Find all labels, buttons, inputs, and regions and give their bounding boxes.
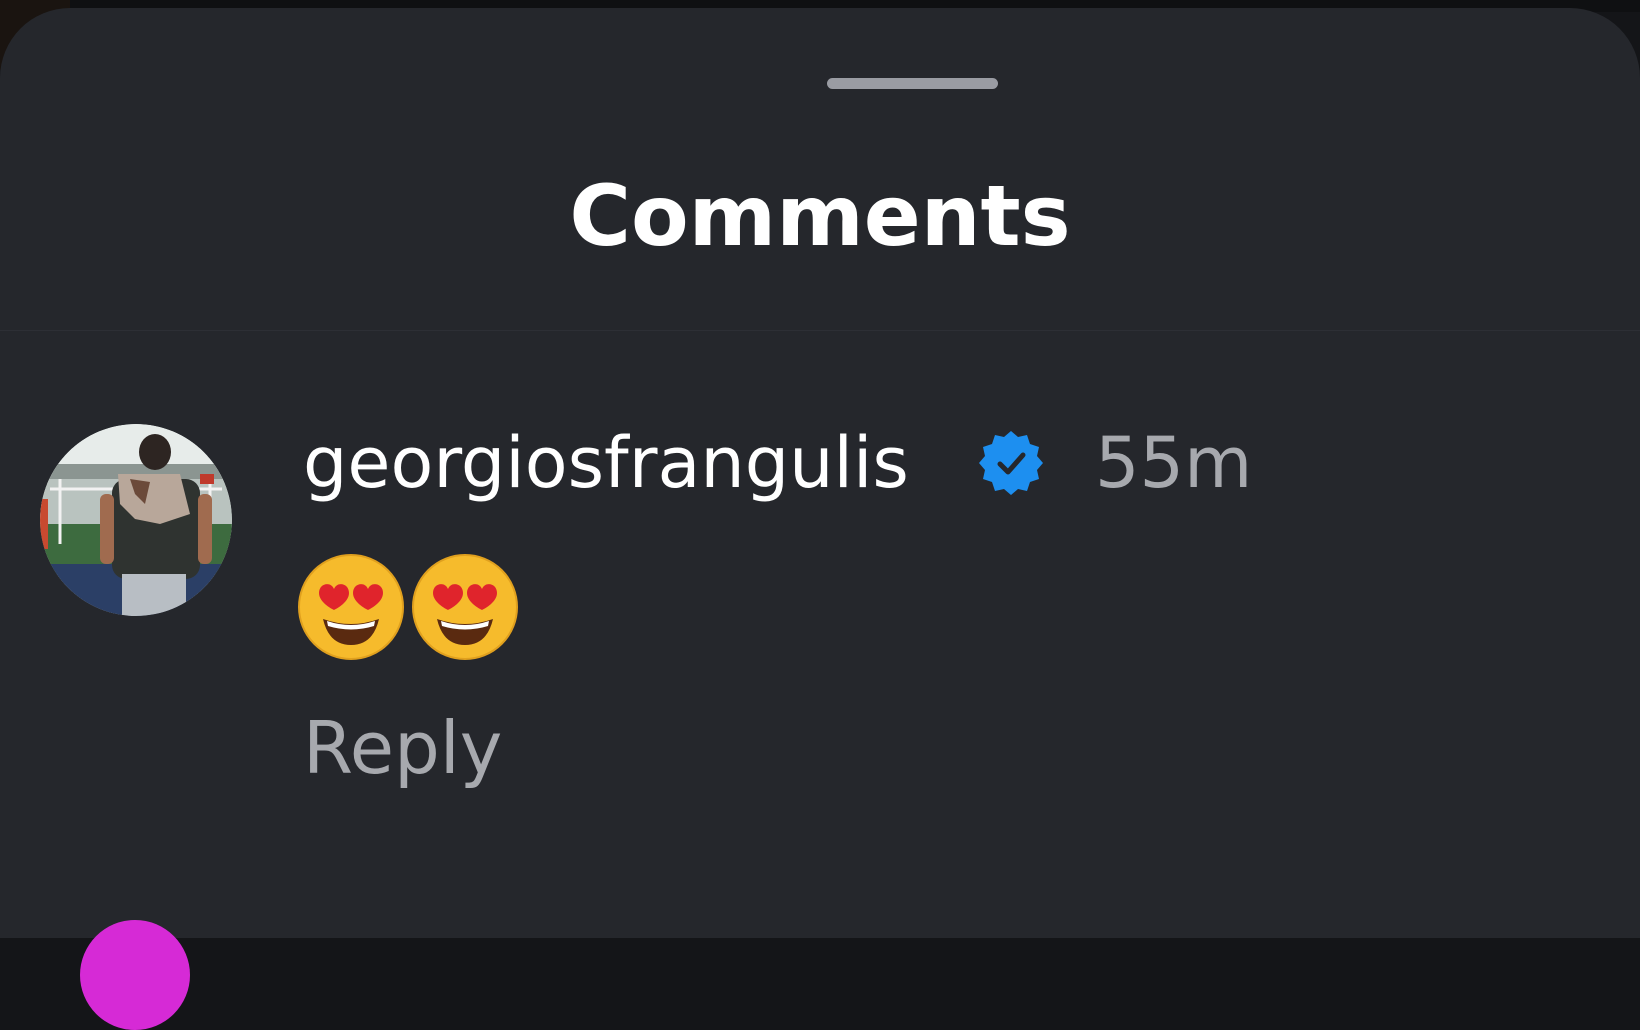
header-divider	[0, 330, 1640, 331]
comment-timestamp: 55m	[1095, 422, 1253, 504]
comment-text	[297, 553, 525, 663]
avatar-photo	[40, 424, 232, 616]
heart-eyes-emoji-icon	[411, 553, 519, 661]
comment-username[interactable]: georgiosfrangulis	[303, 418, 909, 508]
verified-badge-icon	[976, 428, 1046, 498]
reply-button[interactable]: Reply	[303, 703, 502, 793]
comments-sheet: Comments georgiosfrangulis 55m Reply	[0, 8, 1640, 1030]
avatar[interactable]	[40, 424, 232, 616]
sheet-title: Comments	[569, 167, 1071, 265]
drag-handle[interactable]	[827, 78, 998, 89]
heart-eyes-emoji-icon	[297, 553, 405, 661]
next-comment-avatar[interactable]	[80, 920, 190, 1030]
